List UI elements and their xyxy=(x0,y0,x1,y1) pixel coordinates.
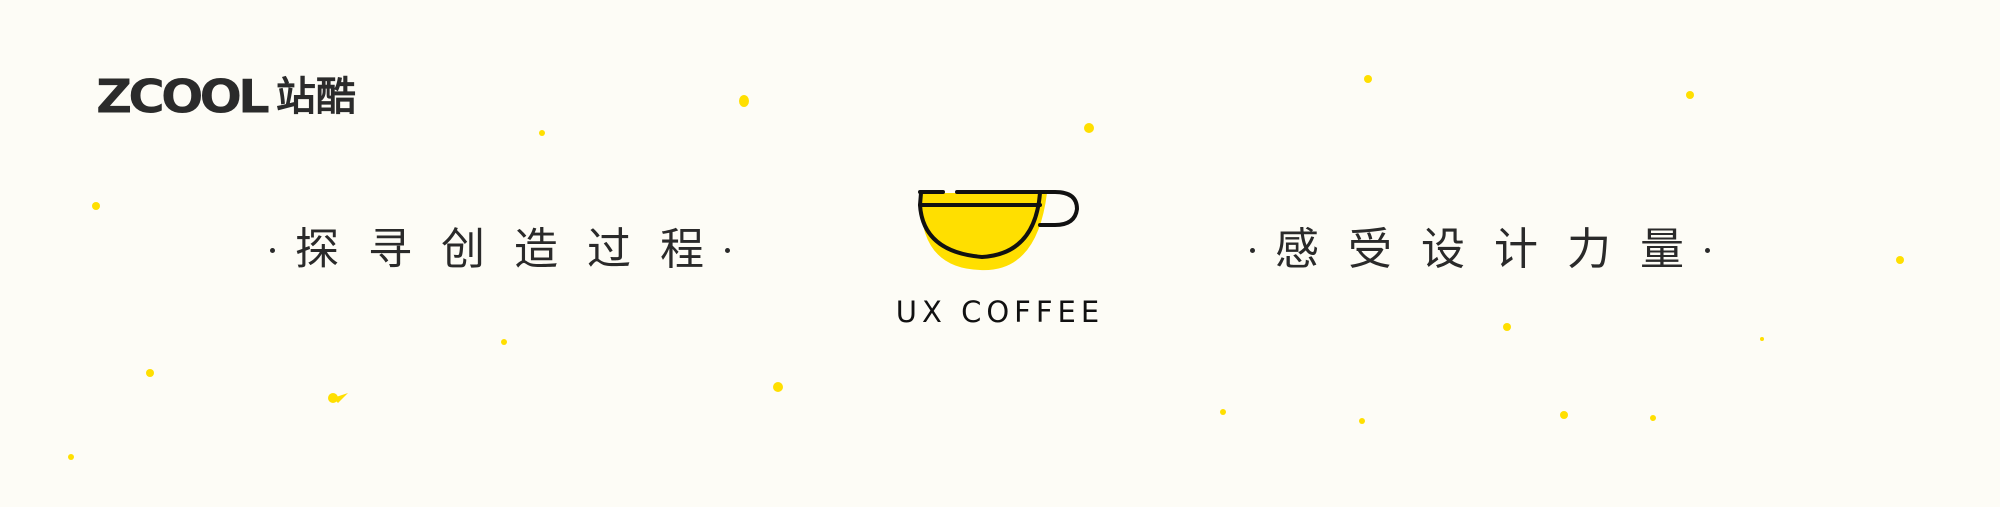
slogan-dot-decoration xyxy=(725,247,730,253)
slogan-dot-decoration xyxy=(1705,247,1710,253)
zcool-ux-coffee-banner: ZCOOL 站酷 探寻创造过程 UX COFFEE 感受设计力量 xyxy=(0,0,2000,507)
slogan-dot-decoration xyxy=(1250,247,1255,253)
coffee-cup-icon xyxy=(918,190,1079,271)
slogan-dot-decoration xyxy=(270,247,275,253)
slogan-left-text: 探寻创造过程 xyxy=(295,224,733,275)
slogan-left: 探寻创造过程 xyxy=(270,220,730,280)
slogan-right-text: 感受设计力量 xyxy=(1275,224,1713,275)
slogan-right: 感受设计力量 xyxy=(1250,220,1710,280)
brand-name: UX COFFEE xyxy=(895,295,1105,329)
